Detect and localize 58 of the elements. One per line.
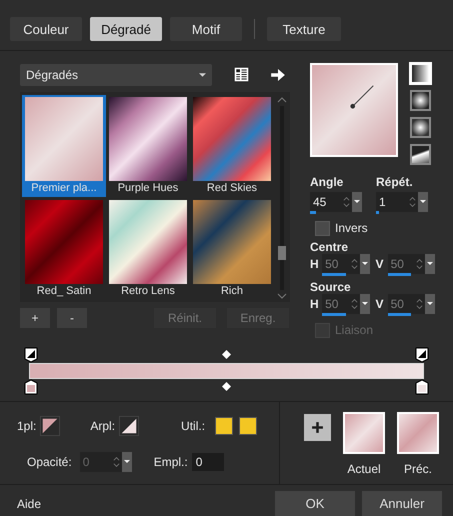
sunburst-style-button[interactable] bbox=[410, 144, 431, 165]
midpoint-icon[interactable] bbox=[222, 382, 231, 392]
tab[interactable]: Texture bbox=[267, 17, 341, 42]
scroll-up-icon[interactable] bbox=[277, 96, 287, 103]
link-label: Liaison bbox=[335, 323, 374, 338]
invert-label: Invers bbox=[335, 221, 368, 236]
background-swatch[interactable] bbox=[119, 416, 140, 436]
icon-button[interactable]: + bbox=[20, 308, 50, 328]
user-color-swatch[interactable] bbox=[215, 416, 234, 435]
rectangular-style-button[interactable] bbox=[410, 90, 431, 111]
user-color-swatch[interactable] bbox=[239, 416, 258, 435]
opacity-stop-icon[interactable] bbox=[24, 346, 38, 363]
previous-label: Préc. bbox=[404, 462, 432, 476]
midpoint-icon[interactable] bbox=[222, 350, 231, 360]
gradient-bar[interactable] bbox=[29, 362, 424, 379]
color-stop-icon[interactable] bbox=[415, 378, 429, 395]
repeat-label: Répét. bbox=[376, 174, 414, 189]
gradient-item[interactable]: Premier pla... bbox=[22, 94, 106, 197]
axis-label: V bbox=[376, 256, 385, 271]
scroll-down-icon[interactable] bbox=[277, 292, 287, 299]
invert-checkbox[interactable] bbox=[315, 220, 330, 236]
opacity-label: Opacité: bbox=[27, 454, 72, 469]
radial-style-button[interactable] bbox=[410, 116, 431, 138]
repeat-field[interactable]: 1 bbox=[376, 192, 428, 212]
cancel-button[interactable]: Annuler bbox=[362, 491, 442, 516]
tab[interactable]: Motif bbox=[170, 17, 242, 42]
previous-gradient-swatch[interactable] bbox=[397, 412, 439, 454]
arrow-right-icon[interactable] bbox=[271, 68, 285, 81]
user-label: Util.: bbox=[181, 418, 206, 433]
axis-label: H bbox=[310, 296, 320, 311]
spin-arrows-icon[interactable] bbox=[343, 194, 350, 209]
location-label: Empl.: bbox=[154, 454, 188, 469]
add-button[interactable] bbox=[304, 414, 331, 441]
axis-label: V bbox=[376, 296, 385, 311]
category-dropdown[interactable]: Dégradés bbox=[20, 64, 212, 86]
tab[interactable]: Dégradé bbox=[90, 17, 162, 42]
angle-label: Angle bbox=[310, 174, 344, 189]
help-link[interactable]: Aide bbox=[17, 496, 268, 510]
current-gradient-swatch[interactable] bbox=[343, 412, 385, 454]
linear-style-button[interactable] bbox=[410, 62, 431, 84]
background-label: Arpl: bbox=[90, 418, 116, 433]
caret-icon bbox=[199, 72, 206, 77]
centre-label: Centre bbox=[310, 240, 350, 254]
foreground-swatch[interactable] bbox=[40, 416, 60, 436]
current-label: Actuel bbox=[347, 462, 381, 476]
opacity-stop-icon[interactable] bbox=[415, 346, 429, 363]
plus-icon bbox=[311, 420, 324, 434]
source-label: Source bbox=[310, 280, 352, 294]
foreground-label: 1pl: bbox=[17, 418, 36, 433]
tab[interactable]: Couleur bbox=[10, 17, 82, 42]
axis-label: H bbox=[310, 256, 320, 271]
location-field[interactable]: 0 bbox=[192, 452, 224, 471]
angle-field[interactable]: 45 bbox=[310, 192, 362, 212]
spin-arrows-icon[interactable] bbox=[409, 194, 416, 209]
list-icon[interactable] bbox=[234, 67, 249, 82]
ok-button[interactable]: OK bbox=[275, 491, 355, 516]
icon-button[interactable]: - bbox=[57, 308, 87, 328]
color-stop-icon[interactable] bbox=[24, 378, 38, 395]
